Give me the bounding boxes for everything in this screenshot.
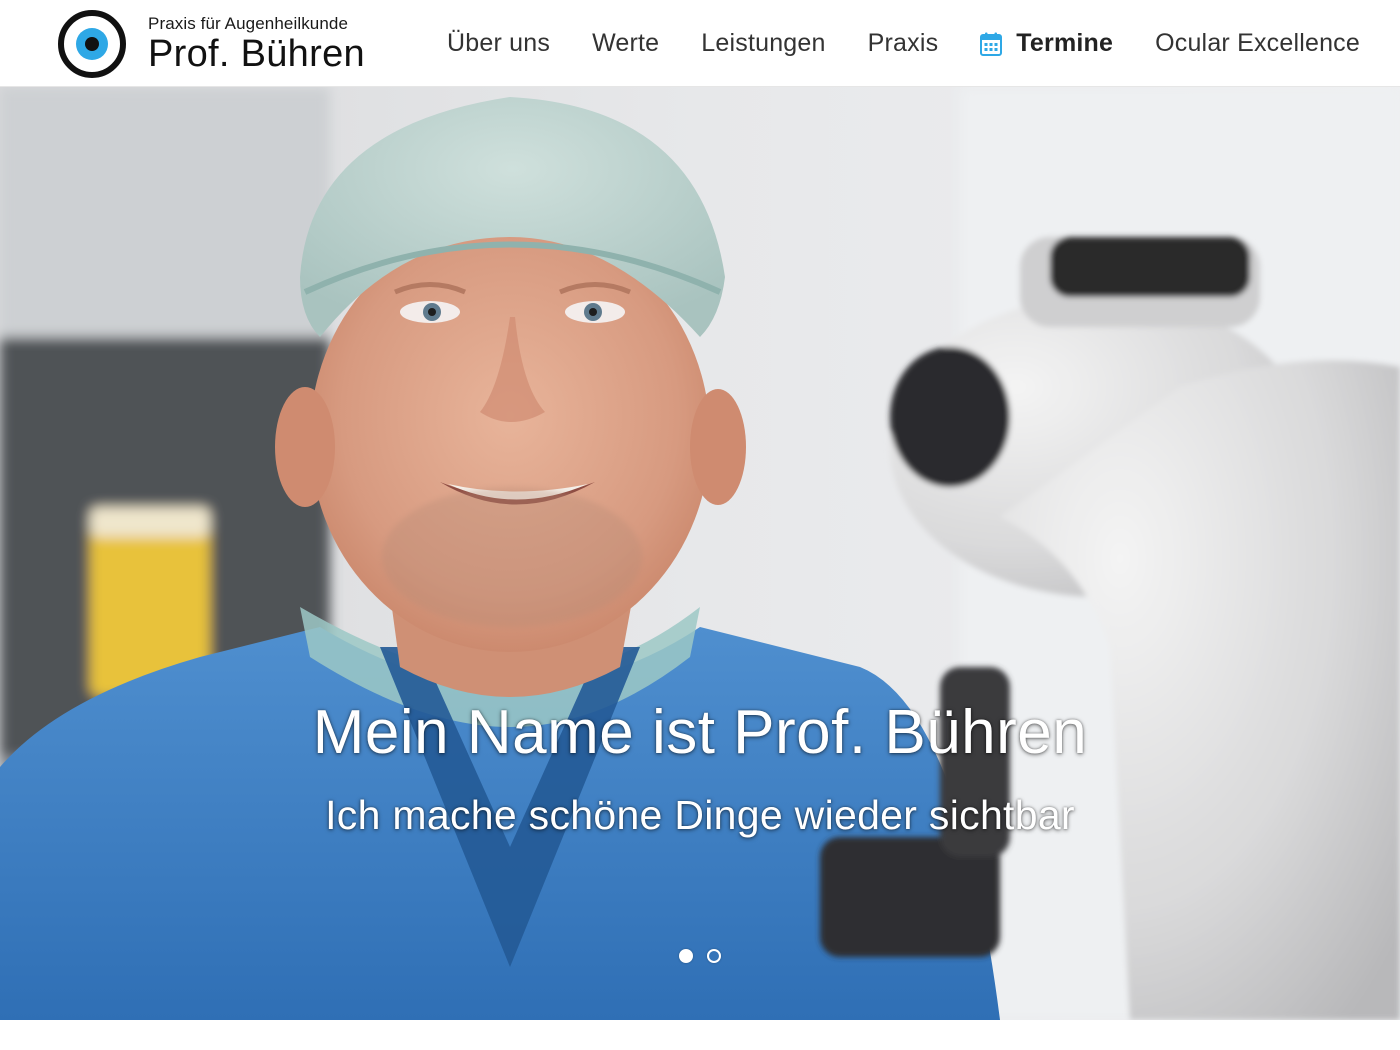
eye-logo-icon bbox=[58, 10, 126, 78]
carousel-dot-2[interactable] bbox=[707, 949, 721, 963]
carousel-indicators bbox=[0, 949, 1400, 963]
brand-name: Prof. Bühren bbox=[148, 32, 365, 75]
nav-item-termine-label: Termine bbox=[1016, 29, 1114, 57]
brand-text: Praxis für Augenheilkunde Prof. Bühren bbox=[148, 10, 365, 78]
nav-item-ueber-uns[interactable]: Über uns bbox=[426, 0, 571, 87]
nav-item-werte[interactable]: Werte bbox=[571, 0, 680, 87]
page-bottom-strip bbox=[0, 1020, 1400, 1050]
nav-item-praxis[interactable]: Praxis bbox=[847, 0, 960, 87]
carousel-dot-1[interactable] bbox=[679, 949, 693, 963]
nav-item-leistungen[interactable]: Leistungen bbox=[680, 0, 846, 87]
hero-photo-surgeon bbox=[0, 87, 1400, 1020]
brand-logo-link[interactable]: Praxis für Augenheilkunde Prof. Bühren bbox=[58, 8, 365, 80]
brand-subtitle: Praxis für Augenheilkunde bbox=[148, 13, 349, 33]
site-header: Praxis für Augenheilkunde Prof. Bühren Ü… bbox=[0, 0, 1400, 87]
nav-item-ocular-excellence[interactable]: Ocular Excellence bbox=[1134, 0, 1360, 87]
calendar-icon bbox=[980, 32, 1003, 56]
nav-item-termine[interactable]: Termine bbox=[959, 0, 1134, 87]
hero-subtitle: Ich mache schöne Dinge wieder sichtbar bbox=[325, 792, 1075, 838]
main-navigation: Über uns Werte Leistungen Praxis Termine… bbox=[426, 0, 1360, 87]
hero-title: Mein Name ist Prof. Bühren bbox=[312, 698, 1088, 767]
hero-carousel: Mein Name ist Prof. Bühren Ich mache sch… bbox=[0, 87, 1400, 1020]
